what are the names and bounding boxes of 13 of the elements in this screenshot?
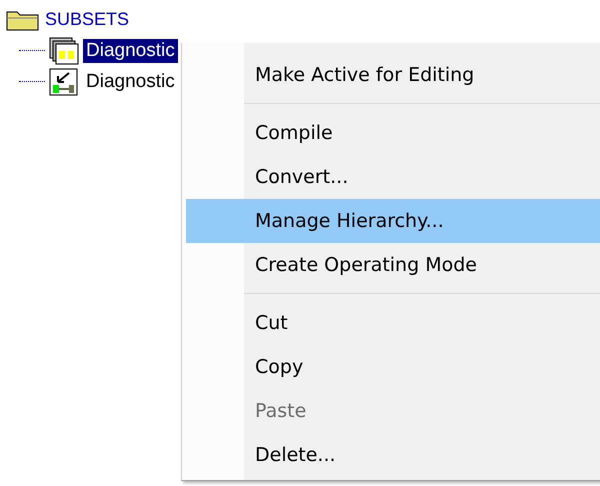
menu-item[interactable]: Convert... bbox=[186, 155, 600, 199]
menu-item[interactable]: Copy bbox=[186, 345, 600, 389]
stacked-windows-icon bbox=[49, 36, 79, 64]
tree-root-label[interactable]: SUBSETS bbox=[45, 9, 130, 30]
menu-item[interactable]: Delete... bbox=[186, 433, 600, 477]
menu-item[interactable]: Create Operating Mode bbox=[186, 243, 600, 287]
menu-item[interactable]: Cut bbox=[186, 301, 600, 345]
menu-item[interactable]: Make Active for Editing bbox=[186, 53, 600, 97]
tree-item[interactable]: Diagnostic bbox=[83, 70, 178, 94]
menu-item[interactable]: Compile bbox=[186, 111, 600, 155]
tree-item[interactable]: Diagnostic bbox=[83, 38, 178, 62]
arrow-component-icon bbox=[49, 68, 79, 96]
menu-item[interactable]: Manage Hierarchy... bbox=[186, 199, 600, 243]
